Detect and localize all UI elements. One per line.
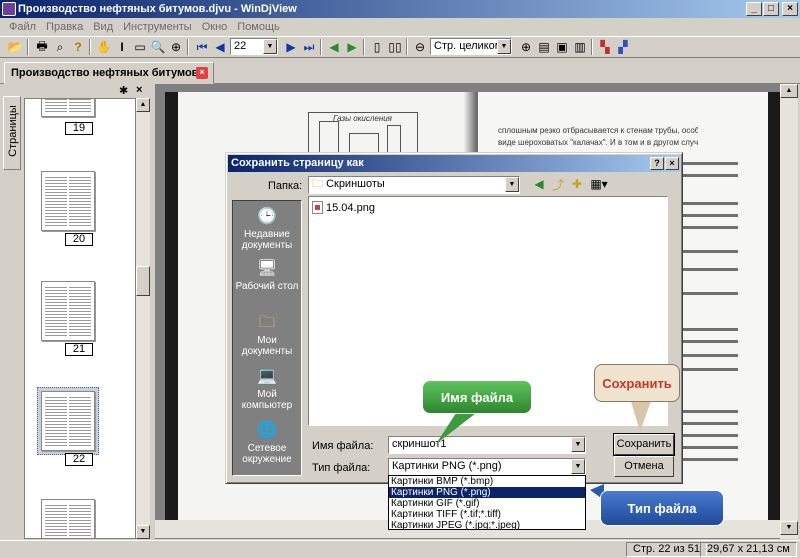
filename-callout: Имя файла: [422, 380, 532, 414]
save-callout: Сохранить: [594, 364, 680, 402]
filename-callout-pointer: [436, 410, 480, 444]
save-callout-pointer: [630, 398, 652, 432]
callout-pointers: [436, 398, 652, 500]
filetype-callout: Тип файла: [600, 490, 724, 526]
